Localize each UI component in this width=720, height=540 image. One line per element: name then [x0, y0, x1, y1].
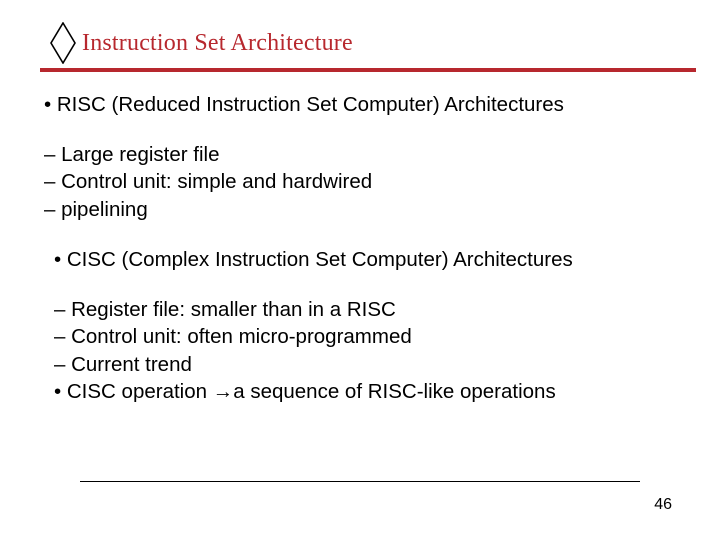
- title-underline: [40, 68, 696, 72]
- body-line: – Control unit: often micro‐programmed: [44, 324, 676, 350]
- body-line: – pipelining: [44, 197, 676, 223]
- body-line: – Current trend: [44, 352, 676, 378]
- footer-rule: [80, 481, 640, 483]
- page-number: 46: [654, 496, 672, 514]
- body-line: • CISC (Complex Instruction Set Computer…: [44, 247, 676, 273]
- diamond-bullet-icon: [50, 22, 76, 64]
- slide-title: Instruction Set Architecture: [82, 30, 353, 57]
- body-line: • RISC (Reduced Instruction Set Computer…: [44, 92, 676, 118]
- slide-body: • RISC (Reduced Instruction Set Computer…: [44, 92, 676, 406]
- body-line: – Register file: smaller than in a RISC: [44, 297, 676, 323]
- body-line: – Control unit: simple and hardwired: [44, 169, 676, 195]
- body-line: • CISC operation →a sequence of RISC‐lik…: [44, 379, 676, 405]
- body-line: – Large register file: [44, 142, 676, 168]
